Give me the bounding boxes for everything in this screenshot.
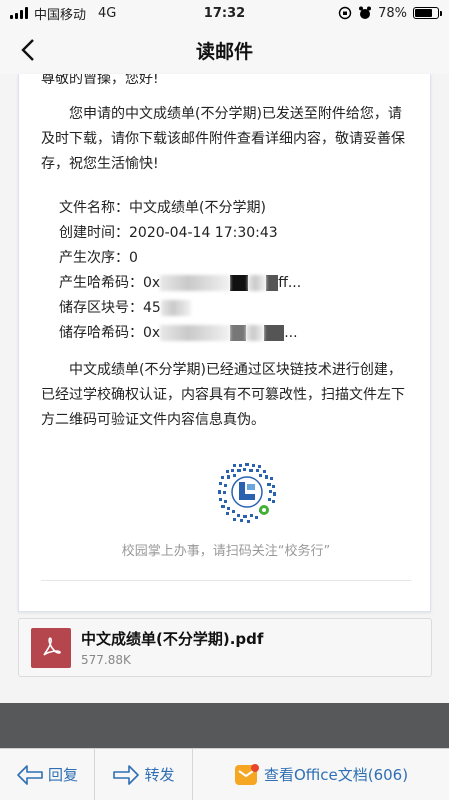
redacted-blur	[246, 325, 265, 341]
attachment-item[interactable]: 中文成绩单(不分学期).pdf 577.88K	[18, 618, 432, 677]
view-office-button[interactable]: 查看Office文档(606)	[193, 749, 449, 800]
nav-bar: 读邮件	[0, 26, 449, 74]
redacted-block	[266, 275, 279, 291]
forward-button[interactable]: 转发	[95, 749, 193, 800]
office-mail-icon	[234, 763, 259, 785]
info-row-file-name: 文件名称： 中文成绩单(不分学期)	[59, 196, 301, 221]
store-hash-prefix: 0x	[143, 325, 161, 341]
reply-label: 回复	[47, 766, 78, 784]
created-value: 2020-04-14 17:30:43	[129, 225, 278, 241]
info-row-created: 创建时间： 2020-04-14 17:30:43	[59, 221, 301, 246]
info-row-block: 储存区块号： 45	[59, 296, 301, 321]
qr-code	[215, 460, 279, 524]
rotation-lock-icon	[338, 6, 352, 20]
redacted-blur	[160, 275, 231, 291]
store-hash-label: 储存哈希码：	[59, 325, 143, 341]
info-row-seq: 产生次序： 0	[59, 246, 301, 271]
hash-suffix: ff...	[278, 275, 302, 291]
network-type: 4G	[98, 5, 117, 21]
status-bar: 中国移动 4G 17:32 78%	[0, 0, 449, 26]
block-prefix: 45	[143, 300, 161, 316]
carrier-name: 中国移动	[34, 7, 87, 23]
dark-separator-bar	[0, 703, 449, 748]
qr-caption: 校园掌上办事，请扫码关注“校务行”	[121, 544, 331, 559]
created-label: 创建时间：	[59, 225, 129, 241]
store-hash-suffix: ...	[284, 325, 298, 341]
battery-icon	[413, 7, 442, 19]
clock: 17:32	[203, 5, 246, 21]
status-right: 78%	[338, 5, 442, 21]
info-row-hash: 产生哈希码： 0x ff...	[59, 271, 301, 296]
attachment-name: 中文成绩单(不分学期).pdf	[81, 630, 264, 648]
greeting-text: 尊敬的曾操，您好!	[41, 74, 159, 87]
info-row-store-hash: 储存哈希码： 0x ...	[59, 321, 301, 346]
attachment-size: 577.88K	[81, 653, 131, 667]
blockchain-paragraph: 中文成绩单(不分学期)已经通过区块链技术进行创建，已经过学校确权认证，内容具有不…	[41, 362, 405, 428]
seq-label: 产生次序：	[59, 250, 129, 266]
bottom-toolbar: 回复 转发 查看Office文档(606)	[0, 748, 449, 800]
pdf-icon	[31, 628, 71, 668]
intro-paragraph: 您申请的中文成绩单(不分学期)已发送至附件给您，请及时下载，请你下载该邮件附件查…	[41, 106, 405, 172]
reply-icon	[17, 764, 43, 785]
page-title: 读邮件	[195, 40, 253, 63]
view-office-label: 查看Office文档(606)	[263, 766, 409, 784]
seq-value: 0	[129, 250, 138, 266]
redacted-blur	[160, 300, 191, 316]
redacted-block	[230, 325, 247, 341]
hash-label: 产生哈希码：	[59, 275, 143, 291]
signal-icon	[10, 7, 28, 19]
redacted-blur	[160, 325, 231, 341]
file-name-value: 中文成绩单(不分学期)	[129, 200, 266, 216]
reply-button[interactable]: 回复	[0, 749, 95, 800]
back-button[interactable]	[16, 36, 40, 64]
forward-label: 转发	[144, 766, 175, 784]
redacted-block	[264, 325, 285, 341]
email-body: 尊敬的曾操，您好! 您申请的中文成绩单(不分学期)已发送至附件给您，请及时下载，…	[18, 74, 431, 612]
redacted-blur	[248, 275, 267, 291]
file-name-label: 文件名称：	[59, 200, 129, 216]
file-info: 文件名称： 中文成绩单(不分学期) 创建时间： 2020-04-14 17:30…	[59, 196, 301, 346]
hash-prefix: 0x	[143, 275, 161, 291]
battery-percent: 78%	[378, 5, 407, 21]
forward-icon	[113, 764, 140, 785]
chevron-left-icon	[21, 39, 34, 61]
status-left: 中国移动 4G	[10, 4, 116, 23]
alarm-icon	[359, 6, 372, 19]
block-label: 储存区块号：	[59, 300, 143, 316]
redacted-block	[230, 275, 249, 291]
divider	[41, 580, 411, 581]
